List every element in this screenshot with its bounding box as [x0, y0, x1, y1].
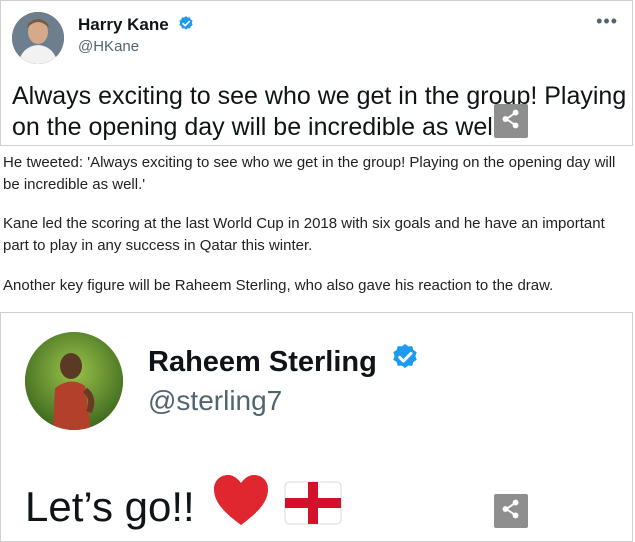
share-icon [500, 108, 522, 135]
kane-display-name[interactable]: Harry Kane [78, 15, 195, 38]
red-heart-emoji [212, 473, 270, 537]
kane-handle[interactable]: @HKane [78, 38, 139, 55]
kane-avatar[interactable] [12, 12, 64, 64]
embedded-tweet-sterling: Raheem Sterling @sterling7 Let’s go!! [0, 312, 633, 542]
verified-badge-icon [389, 342, 421, 382]
sterling-tweet-text: Let’s go!! [25, 473, 342, 537]
sterling-name-text: Raheem Sterling [148, 346, 377, 378]
england-flag-emoji [284, 481, 342, 535]
article-paragraph-3: Another key figure will be Raheem Sterli… [3, 277, 554, 294]
sterling-avatar[interactable] [25, 332, 123, 430]
article-paragraph-1: He tweeted: 'Always exciting to see who … [3, 154, 616, 193]
embedded-tweet-kane: Harry Kane @HKane ••• Always exciting to… [0, 0, 633, 146]
kane-tweet-text: Always exciting to see who we get in the… [12, 82, 627, 141]
share-button-sterling[interactable] [494, 494, 528, 528]
more-options-icon[interactable]: ••• [596, 11, 618, 32]
article-paragraph-2: Kane led the scoring at the last World C… [3, 215, 605, 254]
sterling-handle[interactable]: @sterling7 [148, 385, 282, 417]
share-button-kane[interactable] [494, 104, 528, 138]
kane-name-text: Harry Kane [78, 15, 169, 34]
verified-badge-icon [177, 15, 195, 38]
share-icon [500, 498, 522, 525]
sterling-display-name[interactable]: Raheem Sterling [148, 342, 421, 382]
sterling-tweet-words: Let’s go!! [25, 483, 195, 530]
